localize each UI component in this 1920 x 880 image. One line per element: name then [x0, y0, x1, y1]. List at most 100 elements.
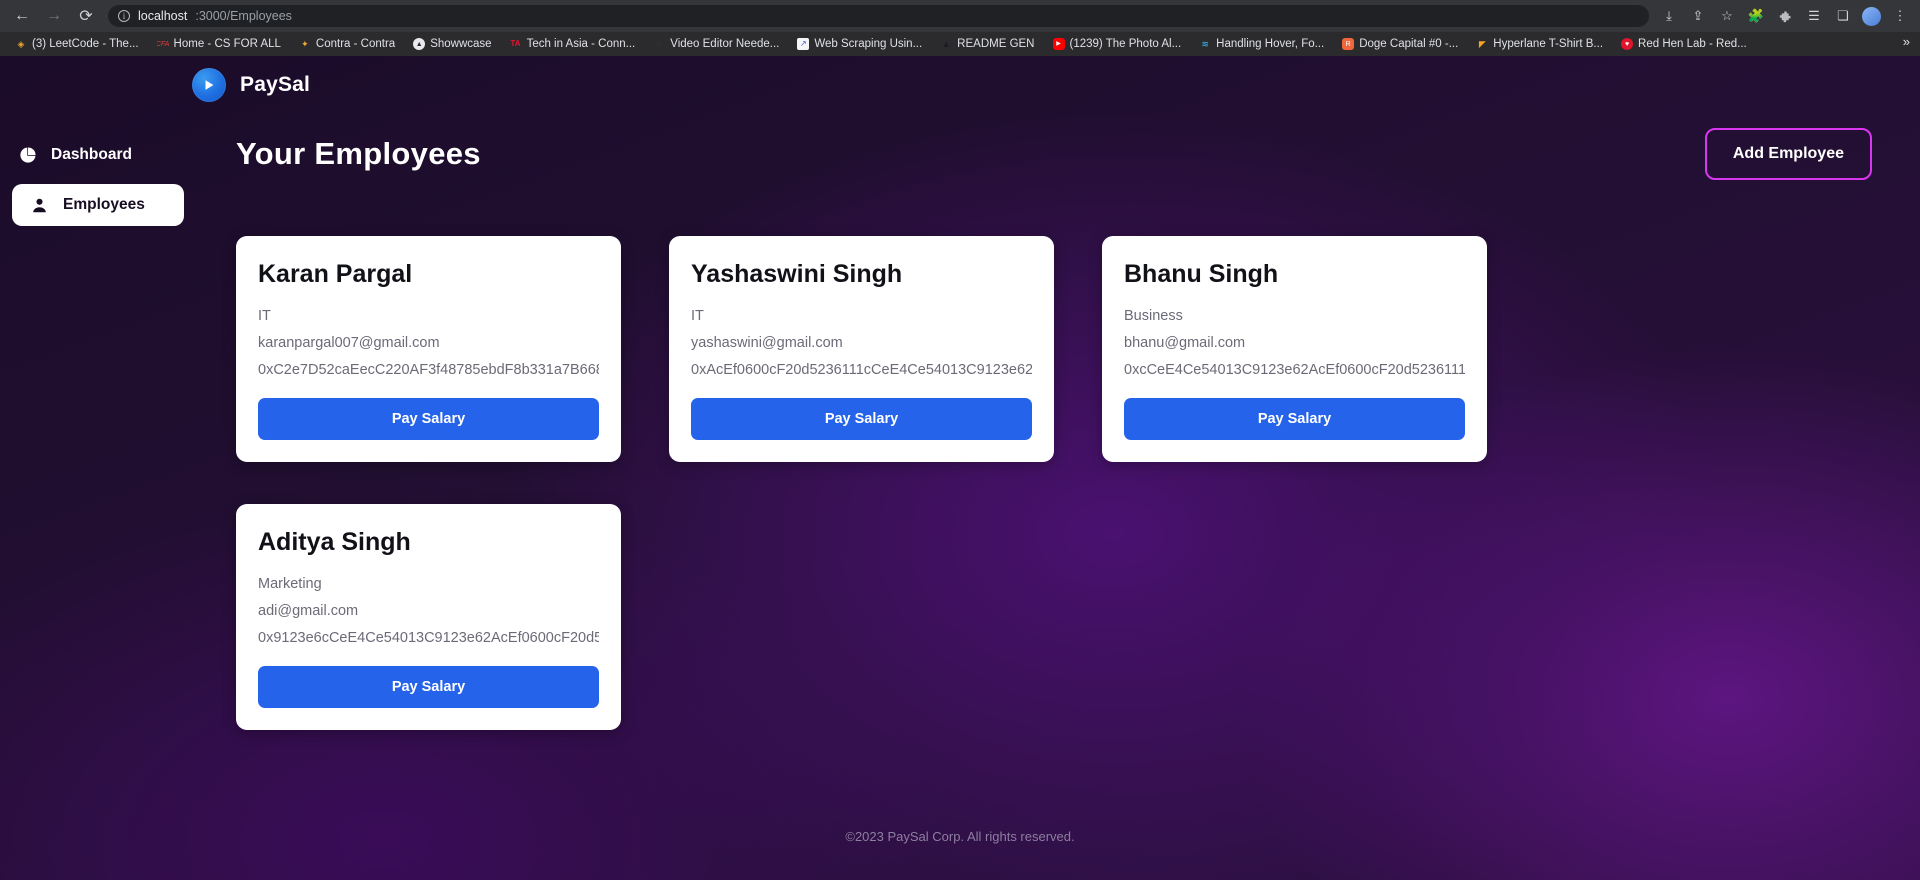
employee-department: IT [691, 308, 704, 324]
pay-salary-button[interactable]: Pay Salary [691, 398, 1032, 440]
employee-card: Yashaswini Singh IT yashaswini@gmail.com… [669, 236, 1054, 462]
employee-card: Karan Pargal IT karanpargal007@gmail.com… [236, 236, 621, 462]
bookmark-label: Tech in Asia - Conn... [526, 38, 636, 50]
employee-wallet-address: 0xAcEf0600cF20d5236111cCeE4Ce54013C9123e… [691, 362, 1032, 378]
install-app-icon[interactable]: ⤓ [1659, 6, 1679, 26]
chrome-menu-icon[interactable]: ⋮ [1890, 6, 1910, 26]
page-header: Your Employees Add Employee [236, 114, 1878, 180]
bookmark-item[interactable]: ✦ Contra - Contra [290, 34, 404, 54]
app-body: Dashboard Employees Your Employees Add E… [0, 114, 1920, 730]
sidebar-item-employees[interactable]: Employees [12, 184, 184, 226]
url-path: :3000/Employees [195, 9, 292, 23]
hyperlane-icon: ◤ [1478, 38, 1486, 49]
doge-icon: R [1342, 38, 1355, 50]
profile-avatar[interactable] [1862, 6, 1881, 26]
employee-wallet-address: 0xcCeE4Ce54013C9123e62AcEf0600cF20d52361… [1124, 362, 1465, 378]
app-root: PaySal Dashboard Employees Your Employee… [0, 56, 1920, 880]
employee-department: IT [258, 308, 271, 324]
bookmark-label: (3) LeetCode - The... [32, 38, 139, 50]
employee-card: Bhanu Singh Business bhanu@gmail.com 0xc… [1102, 236, 1487, 462]
bookmark-label: (1239) The Photo Al... [1069, 38, 1182, 50]
bookmark-label: Showwcase [430, 38, 492, 50]
bookmark-item[interactable]: ▲ Showwcase [404, 34, 500, 54]
employee-wallet-address: 0x9123e6cCeE4Ce54013C9123e62AcEf0600cF20… [258, 630, 599, 646]
footer-copyright: ©2023 PaySal Corp. All rights reserved. [845, 829, 1075, 844]
person-icon [30, 196, 49, 215]
youtube-icon: ▶ [1052, 38, 1065, 50]
bookmark-item[interactable]: ▲ README GEN [931, 34, 1043, 54]
bookmark-item[interactable]: ♥ Red Hen Lab - Red... [1612, 34, 1756, 54]
bookmark-item[interactable]: R Doge Capital #0 -... [1333, 34, 1467, 54]
redhen-icon: ♥ [1621, 38, 1634, 50]
sidebar-item-label: Dashboard [51, 146, 132, 163]
page-title: Your Employees [236, 136, 481, 171]
site-info-icon[interactable]: i [118, 10, 130, 22]
csforall-icon: CFA [157, 40, 169, 48]
toolbar-icon-group: ⤓ ⇪ ☆ 🧩 ☰ ❏ ⋮ [1659, 6, 1912, 26]
employee-department: Marketing [258, 576, 322, 592]
reading-list-icon[interactable]: ☰ [1804, 6, 1824, 26]
leetcode-icon: ◈ [17, 38, 25, 49]
bookmark-label: Web Scraping Usin... [814, 38, 923, 50]
pay-salary-button[interactable]: Pay Salary [258, 398, 599, 440]
bookmark-item[interactable]: TA Tech in Asia - Conn... [501, 34, 645, 54]
bookmarks-overflow-button[interactable]: » [1899, 34, 1914, 49]
employee-email: karanpargal007@gmail.com [258, 335, 440, 351]
reload-button[interactable]: ⟳ [72, 2, 100, 30]
employee-email: adi@gmail.com [258, 603, 359, 619]
url-host: localhost [138, 9, 188, 23]
bookmark-label: Home - CS FOR ALL [173, 38, 281, 50]
employee-name: Aditya Singh [258, 528, 411, 556]
webscraping-icon: ↗ [797, 38, 810, 50]
contra-icon: ✦ [301, 38, 309, 49]
bookmark-item[interactable]: ↗ Web Scraping Usin... [788, 34, 931, 54]
extension-puzzle-icon[interactable]: 🧩 [1746, 6, 1766, 26]
bookmark-item[interactable]: CFA Home - CS FOR ALL [148, 34, 290, 54]
bookmark-label: Hyperlane T-Shirt B... [1493, 38, 1604, 50]
showwcase-icon: ▲ [413, 38, 426, 50]
employee-name: Bhanu Singh [1124, 260, 1279, 288]
add-employee-button[interactable]: Add Employee [1704, 128, 1872, 180]
videoeditor-icon: ✛ [655, 38, 663, 49]
bookmark-label: Red Hen Lab - Red... [1638, 38, 1747, 50]
techinasia-icon: TA [510, 39, 521, 48]
extensions-icon[interactable] [1775, 6, 1795, 26]
sidebar-item-label: Employees [63, 196, 145, 213]
bookmark-item[interactable]: ▶ (1239) The Photo Al... [1044, 34, 1191, 54]
bookmark-item[interactable]: ≋ Handling Hover, Fo... [1190, 34, 1333, 54]
bookmark-label: Video Editor Neede... [670, 38, 780, 50]
bookmark-item[interactable]: ◈ (3) LeetCode - The... [6, 34, 148, 54]
back-button[interactable]: ← [8, 2, 36, 30]
bookmark-label: Doge Capital #0 -... [1359, 38, 1459, 50]
employee-department: Business [1124, 308, 1183, 324]
pay-salary-button[interactable]: Pay Salary [1124, 398, 1465, 440]
employee-card: Aditya Singh Marketing adi@gmail.com 0x9… [236, 504, 621, 730]
app-header: PaySal [0, 56, 1920, 114]
bookmark-label: Handling Hover, Fo... [1216, 38, 1325, 50]
side-panel-icon[interactable]: ❏ [1833, 6, 1853, 26]
brand[interactable]: PaySal [192, 68, 310, 102]
employee-email: bhanu@gmail.com [1124, 335, 1246, 351]
bookmarks-bar: ◈ (3) LeetCode - The... CFA Home - CS FO… [0, 32, 1920, 56]
play-circle-icon [192, 68, 226, 102]
pay-salary-button[interactable]: Pay Salary [258, 666, 599, 708]
employee-name: Karan Pargal [258, 260, 413, 288]
sidebar-item-dashboard[interactable]: Dashboard [0, 136, 184, 174]
sidebar: Dashboard Employees [0, 114, 192, 730]
browser-chrome: ← → ⟳ i localhost :3000/Employees ⤓ ⇪ ☆ 🧩… [0, 0, 1920, 56]
employee-name: Yashaswini Singh [691, 260, 903, 288]
bookmark-star-icon[interactable]: ☆ [1717, 6, 1737, 26]
share-icon[interactable]: ⇪ [1688, 6, 1708, 26]
handling-icon: ≋ [1201, 38, 1209, 49]
bookmark-item[interactable]: ✛ Video Editor Neede... [644, 34, 788, 54]
forward-button[interactable]: → [40, 2, 68, 30]
pie-chart-icon [18, 146, 37, 165]
browser-toolbar: ← → ⟳ i localhost :3000/Employees ⤓ ⇪ ☆ 🧩… [0, 0, 1920, 32]
employee-wallet-address: 0xC2e7D52caEecC220AF3f48785ebdF8b331a7B6… [258, 362, 599, 378]
address-bar[interactable]: i localhost :3000/Employees [108, 5, 1649, 27]
main-content: Your Employees Add Employee Karan Pargal… [192, 114, 1920, 730]
bookmark-label: README GEN [957, 38, 1035, 50]
bookmark-label: Contra - Contra [315, 38, 396, 50]
employee-email: yashaswini@gmail.com [691, 335, 843, 351]
bookmark-item[interactable]: ◤ Hyperlane T-Shirt B... [1467, 34, 1612, 54]
